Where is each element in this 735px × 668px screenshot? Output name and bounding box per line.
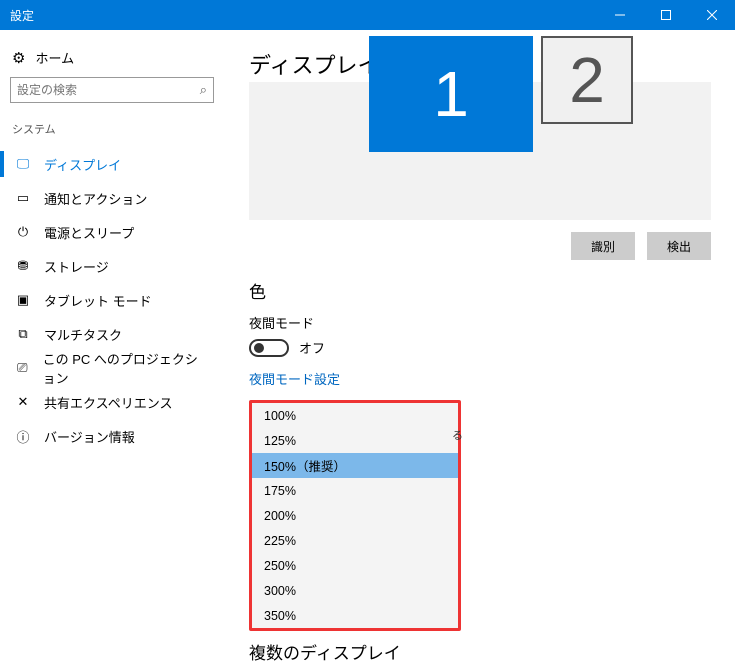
sidebar-item-label: タブレット モード <box>44 291 152 310</box>
sidebar: ⚙ ホーム ⌕ システム 🖵 ディスプレイ ▭ 通知とアクション ⏻ 電源とスリ… <box>0 30 225 668</box>
color-heading: 色 <box>249 278 711 303</box>
night-mode-settings-link[interactable]: 夜間モード設定 <box>249 369 340 388</box>
notification-icon: ▭ <box>14 190 32 206</box>
tablet-icon: ▣ <box>14 292 32 308</box>
scale-option[interactable]: 250% <box>252 553 458 578</box>
toggle-state: オフ <box>299 338 325 357</box>
sidebar-item-label: ディスプレイ <box>44 155 121 174</box>
minimize-button[interactable] <box>597 0 643 30</box>
scale-option[interactable]: 100% <box>252 403 458 428</box>
maximize-button[interactable] <box>643 0 689 30</box>
search-field[interactable] <box>17 83 200 97</box>
multitask-icon: ⧉ <box>14 326 32 342</box>
sidebar-item-label: ストレージ <box>44 257 109 276</box>
section-label: システム <box>12 121 212 137</box>
scale-dropdown-open[interactable]: 100% 125% 150%（推奨） 175% 200% 225% 250% 3… <box>249 400 461 631</box>
sidebar-item-label: この PC へのプロジェクション <box>43 349 210 387</box>
window-title: 設定 <box>10 7 34 24</box>
projection-icon: ⎚ <box>14 360 31 376</box>
sidebar-item-projection[interactable]: ⎚ この PC へのプロジェクション <box>10 351 214 385</box>
night-mode-toggle[interactable] <box>249 339 289 357</box>
night-mode-label: 夜間モード <box>249 313 711 332</box>
home-link[interactable]: ⚙ ホーム <box>12 48 212 67</box>
search-input[interactable]: ⌕ <box>10 77 214 103</box>
detect-button[interactable]: 検出 <box>647 232 711 260</box>
sidebar-item-label: 共有エクスペリエンス <box>44 393 172 412</box>
close-button[interactable] <box>689 0 735 30</box>
sidebar-item-label: 電源とスリープ <box>44 223 134 242</box>
monitor-1[interactable]: 1 <box>369 36 533 152</box>
scale-option[interactable]: 225% <box>252 528 458 553</box>
scale-option[interactable]: 175% <box>252 478 458 503</box>
scale-option[interactable]: 300% <box>252 578 458 603</box>
sidebar-item-multitask[interactable]: ⧉ マルチタスク <box>10 317 214 351</box>
multi-display-heading: 複数のディスプレイ <box>249 639 711 664</box>
display-arrangement[interactable]: 1 2 <box>249 82 711 220</box>
scale-option-selected[interactable]: 150%（推奨） <box>252 453 458 478</box>
sidebar-item-label: バージョン情報 <box>44 427 135 446</box>
monitor-2[interactable]: 2 <box>541 36 633 124</box>
identify-button[interactable]: 識別 <box>571 232 635 260</box>
home-label: ホーム <box>35 48 74 67</box>
main-panel: ディスプレイ 1 2 識別 検出 色 夜間モード オフ 夜間モード設定 100%… <box>225 30 735 668</box>
info-icon: ⓘ <box>14 427 32 446</box>
scale-option[interactable]: 200% <box>252 503 458 528</box>
sidebar-item-tablet[interactable]: ▣ タブレット モード <box>10 283 214 317</box>
sidebar-item-about[interactable]: ⓘ バージョン情報 <box>10 419 214 453</box>
scale-option[interactable]: 350% <box>252 603 458 628</box>
storage-icon: ⛃ <box>14 258 32 274</box>
scale-option[interactable]: 125% <box>252 428 458 453</box>
chevron-down-icon: る <box>452 427 463 443</box>
sidebar-item-display[interactable]: 🖵 ディスプレイ <box>10 147 214 181</box>
gear-icon: ⚙ <box>12 49 25 67</box>
power-icon: ⏻ <box>14 224 32 240</box>
sidebar-item-power[interactable]: ⏻ 電源とスリープ <box>10 215 214 249</box>
sidebar-item-storage[interactable]: ⛃ ストレージ <box>10 249 214 283</box>
sidebar-item-label: マルチタスク <box>44 325 122 344</box>
sidebar-item-shared[interactable]: ✕ 共有エクスペリエンス <box>10 385 214 419</box>
shared-icon: ✕ <box>14 394 32 410</box>
search-icon: ⌕ <box>200 82 207 98</box>
display-icon: 🖵 <box>14 156 32 172</box>
sidebar-item-label: 通知とアクション <box>44 189 147 208</box>
sidebar-item-notifications[interactable]: ▭ 通知とアクション <box>10 181 214 215</box>
